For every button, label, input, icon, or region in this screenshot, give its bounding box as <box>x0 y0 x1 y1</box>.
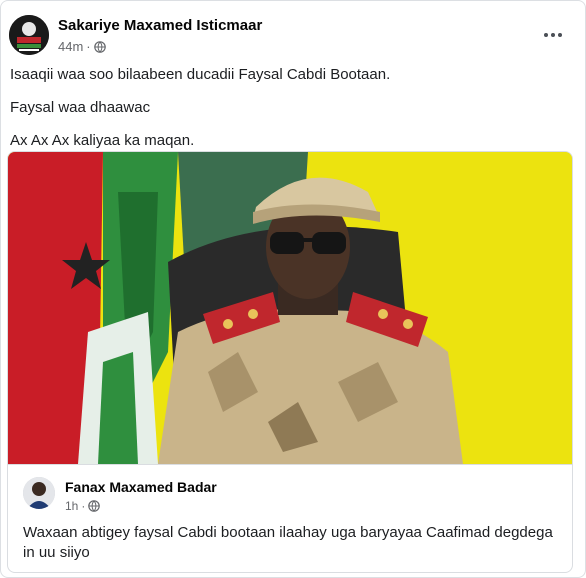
shared-post-meta: 1h · <box>65 499 101 513</box>
more-options-icon[interactable] <box>537 19 569 51</box>
globe-icon[interactable] <box>88 500 101 512</box>
post-line-1: Isaaqii waa soo bilaabeen ducadii Faysal… <box>10 66 391 83</box>
facebook-post: Sakariye Maxamed Isticmaar 44m · Isaaqii… <box>0 0 586 578</box>
more-dot <box>551 33 555 37</box>
shared-author-name[interactable]: Fanax Maxamed Badar <box>65 479 217 495</box>
shared-post-text: Waxaan abtigey faysal Cabdi bootaan ilaa… <box>23 524 553 561</box>
more-dot <box>558 33 562 37</box>
more-dot <box>544 33 548 37</box>
globe-icon[interactable] <box>93 40 106 53</box>
post-time[interactable]: 44m <box>58 39 83 54</box>
shared-post-card[interactable]: Fanax Maxamed Badar 1h · Waxaan abtigey … <box>7 151 573 573</box>
post-header: Sakariye Maxamed Isticmaar 44m · <box>9 15 577 57</box>
meta-separator: · <box>81 499 86 513</box>
post-meta: 44m · <box>58 39 106 54</box>
post-line-2: Faysal waa dhaawac <box>10 99 151 116</box>
author-avatar[interactable] <box>9 15 49 55</box>
shared-divider <box>8 464 572 465</box>
shared-photo[interactable] <box>8 152 572 464</box>
author-name[interactable]: Sakariye Maxamed Isticmaar <box>58 17 262 34</box>
post-line-3: Ax Ax Ax kaliyaa ka maqan. <box>10 132 195 149</box>
post-body: Isaaqii waa soo bilaabeen ducadii Faysal… <box>10 64 570 163</box>
meta-separator: · <box>86 39 91 54</box>
shared-author-avatar[interactable] <box>23 477 55 509</box>
shared-post-time[interactable]: 1h <box>65 499 78 513</box>
